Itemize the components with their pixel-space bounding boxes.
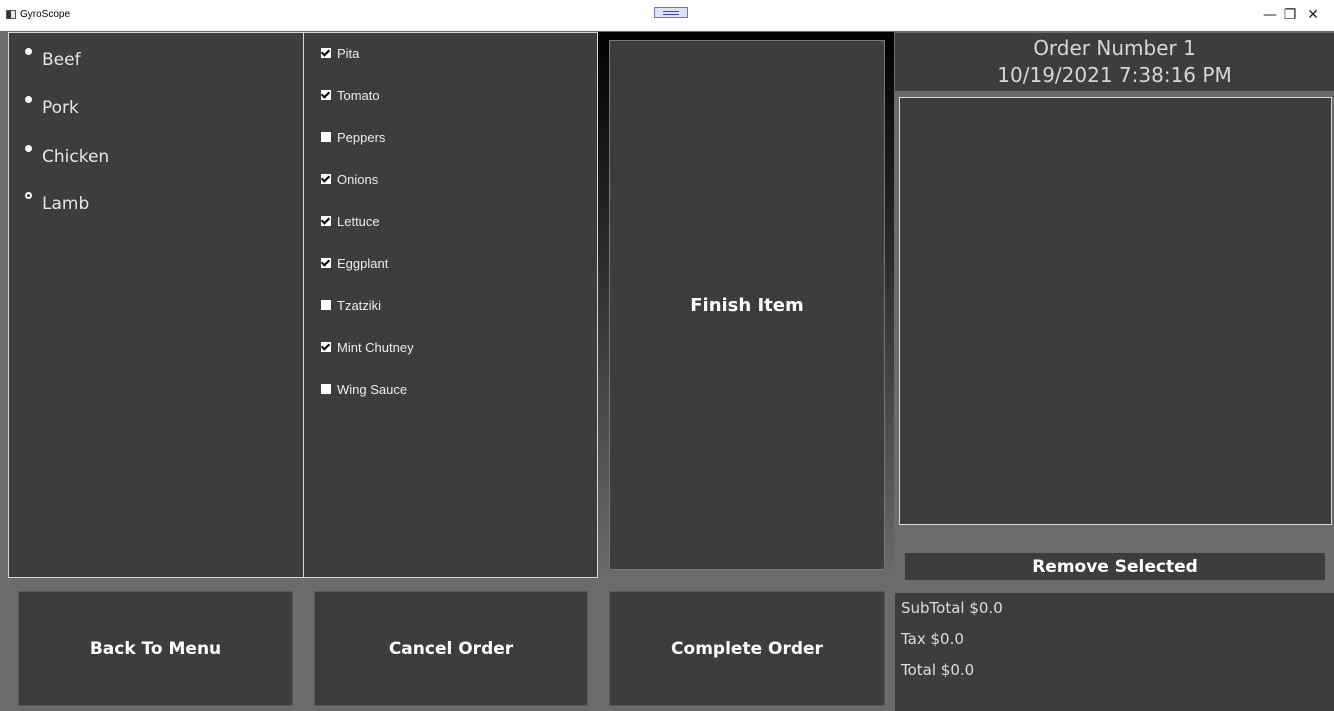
drag-handle-icon[interactable] <box>654 7 688 18</box>
tax-text: Tax $0.0 <box>901 630 964 648</box>
checkbox-unchecked-icon <box>321 300 331 310</box>
radio-label: Beef <box>42 50 81 70</box>
checkbox-label: Tzatziki <box>337 298 382 313</box>
checkbox-checked-icon <box>321 342 331 352</box>
total-text: Total $0.0 <box>901 661 975 679</box>
back-to-menu-button[interactable]: Back To Menu <box>18 591 293 706</box>
complete-order-button[interactable]: Complete Order <box>609 591 885 706</box>
checkbox-unchecked-icon <box>321 384 331 394</box>
radio-label: Chicken <box>42 147 110 167</box>
checkbox-label: Onions <box>337 172 379 187</box>
checkbox-label: Wing Sauce <box>337 382 408 397</box>
checkbox-checked-icon <box>321 174 331 184</box>
finish-item-button[interactable]: Finish Item <box>609 40 885 570</box>
remove-selected-button[interactable]: Remove Selected <box>905 553 1325 580</box>
checkbox-label: Pita <box>337 46 360 61</box>
order-datetime: 10/19/2021 7:38:16 PM <box>997 63 1232 87</box>
checkbox-label: Eggplant <box>337 256 389 271</box>
radio-label: Lamb <box>42 194 90 214</box>
order-header: Order Number 1 10/19/2021 7:38:16 PM <box>895 33 1334 91</box>
order-items-list[interactable] <box>899 97 1332 525</box>
order-number: Order Number 1 <box>1033 36 1196 60</box>
totals-panel: SubTotal $0.0 Tax $0.0 Total $0.0 <box>895 593 1334 711</box>
radio-selected-icon <box>25 192 32 199</box>
checkbox-label: Tomato <box>337 88 380 103</box>
checkbox-checked-icon <box>321 90 331 100</box>
title-bar: GyroScope — ❐ ✕ <box>0 0 1334 31</box>
checkbox-unchecked-icon <box>321 132 331 142</box>
radio-dot-icon <box>25 145 32 152</box>
close-button[interactable]: ✕ <box>1295 4 1331 26</box>
radio-dot-icon <box>25 48 32 55</box>
checkbox-checked-icon <box>321 48 331 58</box>
subtotal-text: SubTotal $0.0 <box>901 599 1003 617</box>
checkbox-checked-icon <box>321 216 331 226</box>
cancel-order-button[interactable]: Cancel Order <box>314 591 588 706</box>
radio-label: Pork <box>42 98 79 118</box>
checkbox-checked-icon <box>321 258 331 268</box>
radio-dot-icon <box>25 96 32 103</box>
app-icon <box>6 10 16 19</box>
window-title: GyroScope <box>20 9 71 20</box>
checkbox-label: Mint Chutney <box>337 340 414 355</box>
checkbox-label: Peppers <box>337 130 386 145</box>
checkbox-label: Lettuce <box>337 214 380 229</box>
